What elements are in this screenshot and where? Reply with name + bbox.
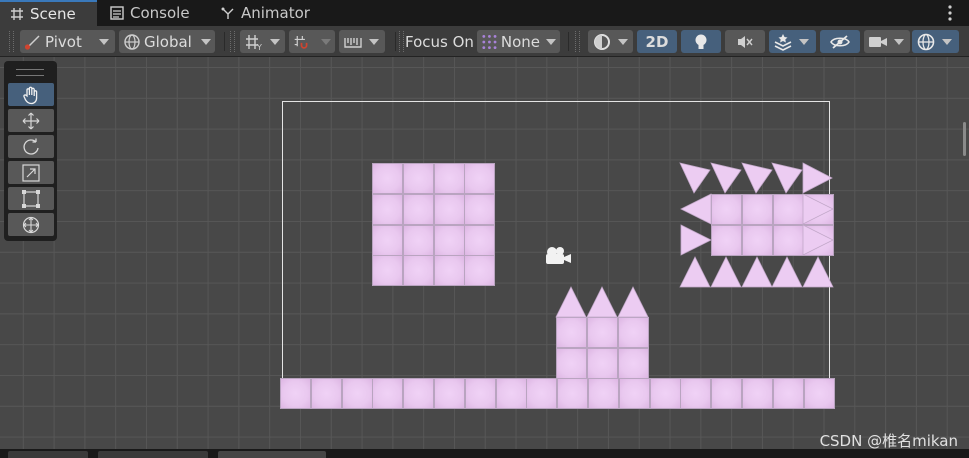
gizmo-globe-icon bbox=[917, 33, 935, 50]
tab-scene[interactable]: Scene bbox=[0, 0, 97, 26]
watermark-text: CSDN @椎名mikan bbox=[819, 432, 958, 450]
overlay-grip[interactable] bbox=[16, 69, 44, 76]
pivot-label: Pivot bbox=[45, 32, 82, 51]
spike bbox=[617, 286, 649, 318]
chevron-down-icon bbox=[369, 38, 379, 45]
2d-mode-toggle[interactable]: 2D bbox=[637, 30, 677, 53]
effects-dropdown[interactable] bbox=[769, 30, 816, 53]
increment-snap-dropdown[interactable] bbox=[289, 30, 335, 53]
camera-icon bbox=[869, 36, 887, 47]
chevron-down-icon bbox=[321, 38, 331, 45]
tab-label: Animator bbox=[241, 4, 310, 22]
transform-icon bbox=[22, 216, 40, 233]
hand-tool-button[interactable] bbox=[8, 83, 54, 106]
pivot-icon bbox=[24, 34, 40, 50]
focus-on-label: Focus On bbox=[405, 32, 474, 51]
lighting-toggle[interactable] bbox=[681, 30, 721, 53]
spike bbox=[586, 286, 618, 318]
tab-console[interactable]: Console bbox=[100, 0, 200, 26]
gizmos-dropdown[interactable] bbox=[912, 30, 959, 53]
spike bbox=[741, 256, 773, 288]
shading-sphere-icon bbox=[594, 33, 610, 50]
grid-icon bbox=[11, 8, 23, 20]
global-dropdown[interactable]: Global bbox=[119, 30, 215, 53]
audio-toggle[interactable] bbox=[725, 30, 765, 53]
pivot-dropdown[interactable]: Pivot bbox=[20, 30, 115, 53]
ruler-dropdown[interactable] bbox=[339, 30, 385, 53]
rotate-icon bbox=[23, 138, 39, 155]
hidden-objects-toggle[interactable] bbox=[820, 30, 860, 53]
spike bbox=[741, 162, 773, 194]
draw-mode-dropdown[interactable] bbox=[588, 30, 633, 53]
global-label: Global bbox=[144, 32, 192, 51]
spike-tiles bbox=[555, 162, 834, 318]
toolbar-grip[interactable] bbox=[9, 31, 14, 52]
move-arrows-icon bbox=[22, 112, 40, 129]
tab-bar: Scene Console Animator bbox=[0, 0, 969, 26]
chevron-down-icon bbox=[799, 38, 809, 45]
grid-snap-dropdown[interactable]: Y bbox=[240, 30, 285, 53]
mute-icon bbox=[738, 35, 753, 48]
focus-target-label: None bbox=[500, 32, 540, 51]
chevron-down-icon bbox=[546, 38, 556, 45]
chevron-down-icon bbox=[270, 38, 280, 45]
spike bbox=[679, 162, 711, 194]
camera-gizmo-icon[interactable] bbox=[543, 245, 573, 267]
eye-slash-icon bbox=[830, 34, 850, 49]
effects-layers-icon bbox=[774, 33, 792, 51]
rect-tool-button[interactable] bbox=[8, 187, 54, 210]
spike bbox=[710, 256, 742, 288]
more-options-icon[interactable] bbox=[945, 3, 955, 23]
chevron-down-icon bbox=[98, 38, 109, 45]
spike bbox=[802, 162, 833, 194]
chevron-down-icon bbox=[200, 38, 211, 45]
animator-icon bbox=[221, 7, 234, 19]
bottom-tab[interactable] bbox=[218, 451, 326, 458]
lightbulb-icon bbox=[695, 34, 707, 49]
scene-viewport[interactable] bbox=[0, 57, 969, 449]
tab-label: Scene bbox=[30, 5, 76, 23]
focus-target-dropdown[interactable]: None bbox=[477, 30, 560, 53]
grid-snap-icon: Y bbox=[246, 34, 262, 51]
spike bbox=[771, 162, 803, 194]
tool-overlay bbox=[4, 61, 57, 241]
toolbar-grip[interactable] bbox=[230, 31, 235, 52]
magnet-icon bbox=[294, 35, 308, 49]
move-tool-button[interactable] bbox=[8, 109, 54, 132]
spike bbox=[680, 193, 712, 225]
tab-label: Console bbox=[130, 4, 190, 22]
scale-tool-button[interactable] bbox=[8, 161, 54, 184]
spike bbox=[802, 193, 834, 225]
spike bbox=[555, 286, 587, 318]
spike bbox=[771, 256, 803, 288]
rect-transform-icon bbox=[22, 189, 40, 208]
spike bbox=[802, 256, 834, 288]
globe-icon bbox=[124, 33, 140, 50]
hand-icon bbox=[23, 86, 38, 104]
tab-animator[interactable]: Animator bbox=[211, 0, 320, 26]
spike bbox=[680, 224, 712, 256]
spike bbox=[802, 224, 834, 256]
toolbar-separator bbox=[568, 32, 569, 51]
scale-icon bbox=[22, 163, 40, 182]
spike bbox=[679, 256, 711, 288]
svg-text:Y: Y bbox=[256, 43, 262, 51]
scene-toolbar: Pivot Global Y Focus On None 2D bbox=[0, 26, 969, 57]
bottom-tab[interactable] bbox=[98, 451, 208, 458]
chevron-down-icon bbox=[942, 38, 952, 45]
camera-dropdown[interactable] bbox=[864, 30, 910, 53]
viewport-scrollbar[interactable] bbox=[963, 122, 966, 156]
toolbar-grip[interactable] bbox=[575, 31, 580, 52]
dots-grid-icon bbox=[482, 34, 497, 49]
transform-tool-button[interactable] bbox=[8, 213, 54, 236]
ruler-icon bbox=[344, 37, 362, 48]
toolbar-separator bbox=[395, 32, 396, 51]
toolbar-separator bbox=[224, 32, 225, 51]
spike bbox=[710, 162, 742, 194]
chevron-down-icon bbox=[618, 38, 628, 45]
console-icon bbox=[110, 6, 124, 20]
chevron-down-icon bbox=[894, 38, 904, 45]
rotate-tool-button[interactable] bbox=[8, 135, 54, 158]
bottom-tab[interactable] bbox=[8, 451, 88, 458]
